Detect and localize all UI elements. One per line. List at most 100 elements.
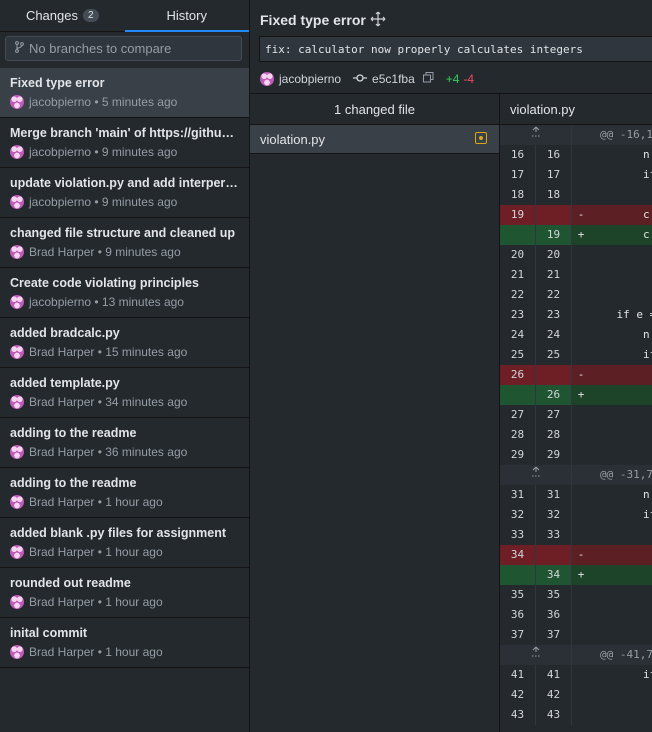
new-line-number: 20: [536, 245, 572, 265]
commit-list-item[interactable]: adding to the readme Brad Harper • 36 min…: [0, 418, 249, 468]
diff-line: 28 28: [500, 425, 652, 445]
diff-marker: -: [577, 208, 585, 221]
avatar: [10, 645, 24, 659]
commit-title: rounded out readme: [10, 576, 131, 590]
tab-changes[interactable]: Changes 2: [0, 0, 125, 31]
diff-marker: [572, 485, 590, 505]
commit-list-item[interactable]: Fixed type error jacobpierno • 5 minutes …: [0, 68, 249, 118]
diff-hunk-header[interactable]: @@ -16,14: [500, 125, 652, 145]
branch-compare-placeholder: No branches to compare: [29, 41, 172, 56]
commit-title: Create code violating principles: [10, 276, 199, 290]
expand-hunk-icon[interactable]: [500, 125, 572, 145]
avatar: [260, 72, 274, 86]
diff-line: 2525 if n: [500, 345, 652, 365]
commit-list: Fixed type error jacobpierno • 5 minutes …: [0, 68, 249, 668]
diff-line: 3232 if n: [500, 505, 652, 525]
commit-list-item[interactable]: inital commit Brad Harper • 1 hour ago: [0, 618, 249, 668]
commit-list-item[interactable]: changed file structure and cleaned up Bra…: [0, 218, 249, 268]
new-line-number: 41: [536, 665, 572, 685]
diff-line: 20 20: [500, 245, 652, 265]
sidebar-tabs: Changes 2 History: [0, 0, 249, 32]
commit-meta-line: jacobpierno • 9 minutes ago: [10, 192, 239, 212]
old-line-number: 27: [500, 405, 536, 425]
diff-marker: [572, 245, 590, 265]
diff-marker: [572, 185, 590, 205]
diff-line: 26 + i: [500, 385, 652, 405]
commit-author-time: jacobpierno • 5 minutes ago: [29, 95, 178, 109]
commit-author-time: Brad Harper • 1 hour ago: [29, 595, 163, 609]
new-line-number: 43: [536, 705, 572, 725]
new-line-number: [536, 205, 572, 225]
commit-list-item[interactable]: added template.py Brad Harper • 34 minute…: [0, 368, 249, 418]
commit-title: added blank .py files for assignment: [10, 526, 227, 540]
diff-marker: [572, 325, 590, 345]
commit-title: inital commit: [10, 626, 88, 640]
diff-marker: +: [577, 388, 585, 401]
diff-line: 34 + -: [500, 565, 652, 585]
code-text: r: [590, 285, 652, 305]
expand-arrows-icon[interactable]: [370, 11, 386, 27]
diff-marker: [572, 345, 590, 365]
old-line-number: 16: [500, 145, 536, 165]
commit-list-item[interactable]: update violation.py and add interpereter…: [0, 168, 249, 218]
avatar: [10, 95, 24, 109]
old-line-number: 32: [500, 505, 536, 525]
commit-list-item[interactable]: added blank .py files for assignment Brad…: [0, 518, 249, 568]
diff-marker: [572, 685, 590, 705]
commit-list-item[interactable]: rounded out readme Brad Harper • 1 hour a…: [0, 568, 249, 618]
diff-line: 2727 r: [500, 405, 652, 425]
diff-marker: [572, 505, 590, 525]
expand-hunk-icon[interactable]: [500, 465, 572, 485]
diff-hunk-header[interactable]: @@ -41,7: [500, 645, 652, 665]
commit-list-item[interactable]: Create code violating principles jacobpie…: [0, 268, 249, 318]
commit-description: fix: calculator now properly calculates …: [259, 36, 652, 62]
copy-icon[interactable]: [422, 72, 434, 86]
diff-lines: @@ -16,141616 n = i1717 if n181819- c19+…: [500, 125, 652, 725]
changed-files-header: 1 changed file: [250, 94, 499, 125]
old-line-number: 29: [500, 445, 536, 465]
avatar: [10, 245, 24, 259]
new-line-number: 31: [536, 485, 572, 505]
changes-count-badge: 2: [82, 9, 99, 22]
commit-list-item[interactable]: added bradcalc.py Brad Harper • 15 minute…: [0, 318, 249, 368]
diff-hunk-header[interactable]: @@ -31,7: [500, 465, 652, 485]
old-line-number: 33: [500, 525, 536, 545]
old-line-number: 20: [500, 245, 536, 265]
diff-line: 34 - -: [500, 545, 652, 565]
tab-history[interactable]: History: [124, 0, 250, 32]
old-line-number: 24: [500, 325, 536, 345]
commit-author-time: jacobpierno • 9 minutes ago: [29, 145, 178, 159]
old-line-number: [500, 565, 536, 585]
diff-marker: [572, 525, 590, 545]
commit-list-item[interactable]: Merge branch 'main' of https://github...…: [0, 118, 249, 168]
commit-title: changed file structure and cleaned up: [10, 226, 236, 240]
tab-history-label: History: [166, 8, 207, 23]
expand-hunk-icon[interactable]: [500, 645, 572, 665]
new-line-number: 24: [536, 325, 572, 345]
commit-title: adding to the readme: [10, 426, 137, 440]
avatar: [10, 345, 24, 359]
new-line-number: 34: [536, 565, 572, 585]
code-text: -: [590, 565, 652, 585]
old-line-number: 36: [500, 605, 536, 625]
commit-author-time: Brad Harper • 15 minutes ago: [29, 345, 188, 359]
commit-author-time: jacobpierno • 13 minutes ago: [29, 295, 184, 309]
diff-line: 3737 r: [500, 625, 652, 645]
commit-title: adding to the readme: [10, 476, 137, 490]
file-list-item[interactable]: violation.py: [250, 125, 499, 154]
diff-line: 36 36: [500, 605, 652, 625]
diff-line: 18 18: [500, 185, 652, 205]
commit-list-item[interactable]: adding to the readme Brad Harper • 1 hour…: [0, 468, 249, 518]
diff-line: 42 42: [500, 685, 652, 705]
new-line-number: 21: [536, 265, 572, 285]
old-line-number: 43: [500, 705, 536, 725]
history-sidebar: Changes 2 History No branches to compare…: [0, 0, 250, 732]
new-line-number: 27: [536, 405, 572, 425]
branch-compare-input[interactable]: No branches to compare: [5, 36, 242, 61]
commit-author-time: Brad Harper • 1 hour ago: [29, 645, 163, 659]
code-text: if n: [642, 348, 652, 361]
diff-line: 3131 n = i: [500, 485, 652, 505]
diff-line: 2222 r: [500, 285, 652, 305]
new-line-number: 29: [536, 445, 572, 465]
diff-marker: [572, 265, 590, 285]
